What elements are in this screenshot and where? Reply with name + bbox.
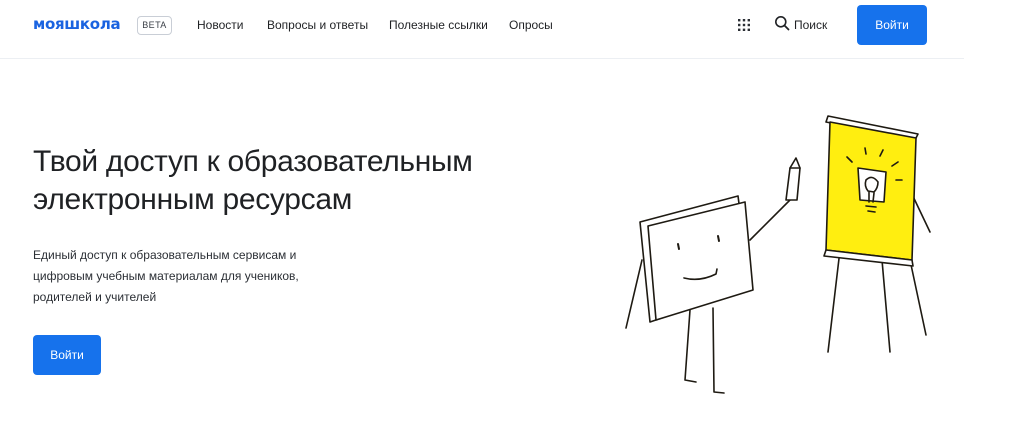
header-login-button[interactable]: Войти	[857, 5, 927, 45]
beta-badge: BETA	[137, 16, 172, 35]
hero-description: Единый доступ к образовательным сервисам…	[33, 248, 299, 304]
hero-login-button[interactable]: Войти	[33, 335, 101, 375]
site-header: мояшкола BETA Новости Вопросы и ответы П…	[0, 0, 964, 59]
hero-illustration	[610, 110, 940, 400]
nav-item-polls[interactable]: Опросы	[509, 17, 553, 33]
logo[interactable]: мояшкола	[33, 15, 121, 33]
nav-item-useful-links[interactable]: Полезные ссылки	[389, 17, 488, 33]
search-label: Поиск	[794, 18, 828, 32]
tablet-character-illustration	[625, 157, 801, 394]
nav-item-news[interactable]: Новости	[197, 17, 243, 33]
search-icon	[774, 15, 790, 36]
grid-icon[interactable]	[737, 18, 751, 32]
search-button[interactable]: Поиск	[774, 15, 827, 35]
nav-item-faq[interactable]: Вопросы и ответы	[267, 17, 368, 33]
hero-title: Твой доступ к образовательным электронны…	[33, 145, 473, 216]
flipchart-illustration	[823, 115, 931, 353]
